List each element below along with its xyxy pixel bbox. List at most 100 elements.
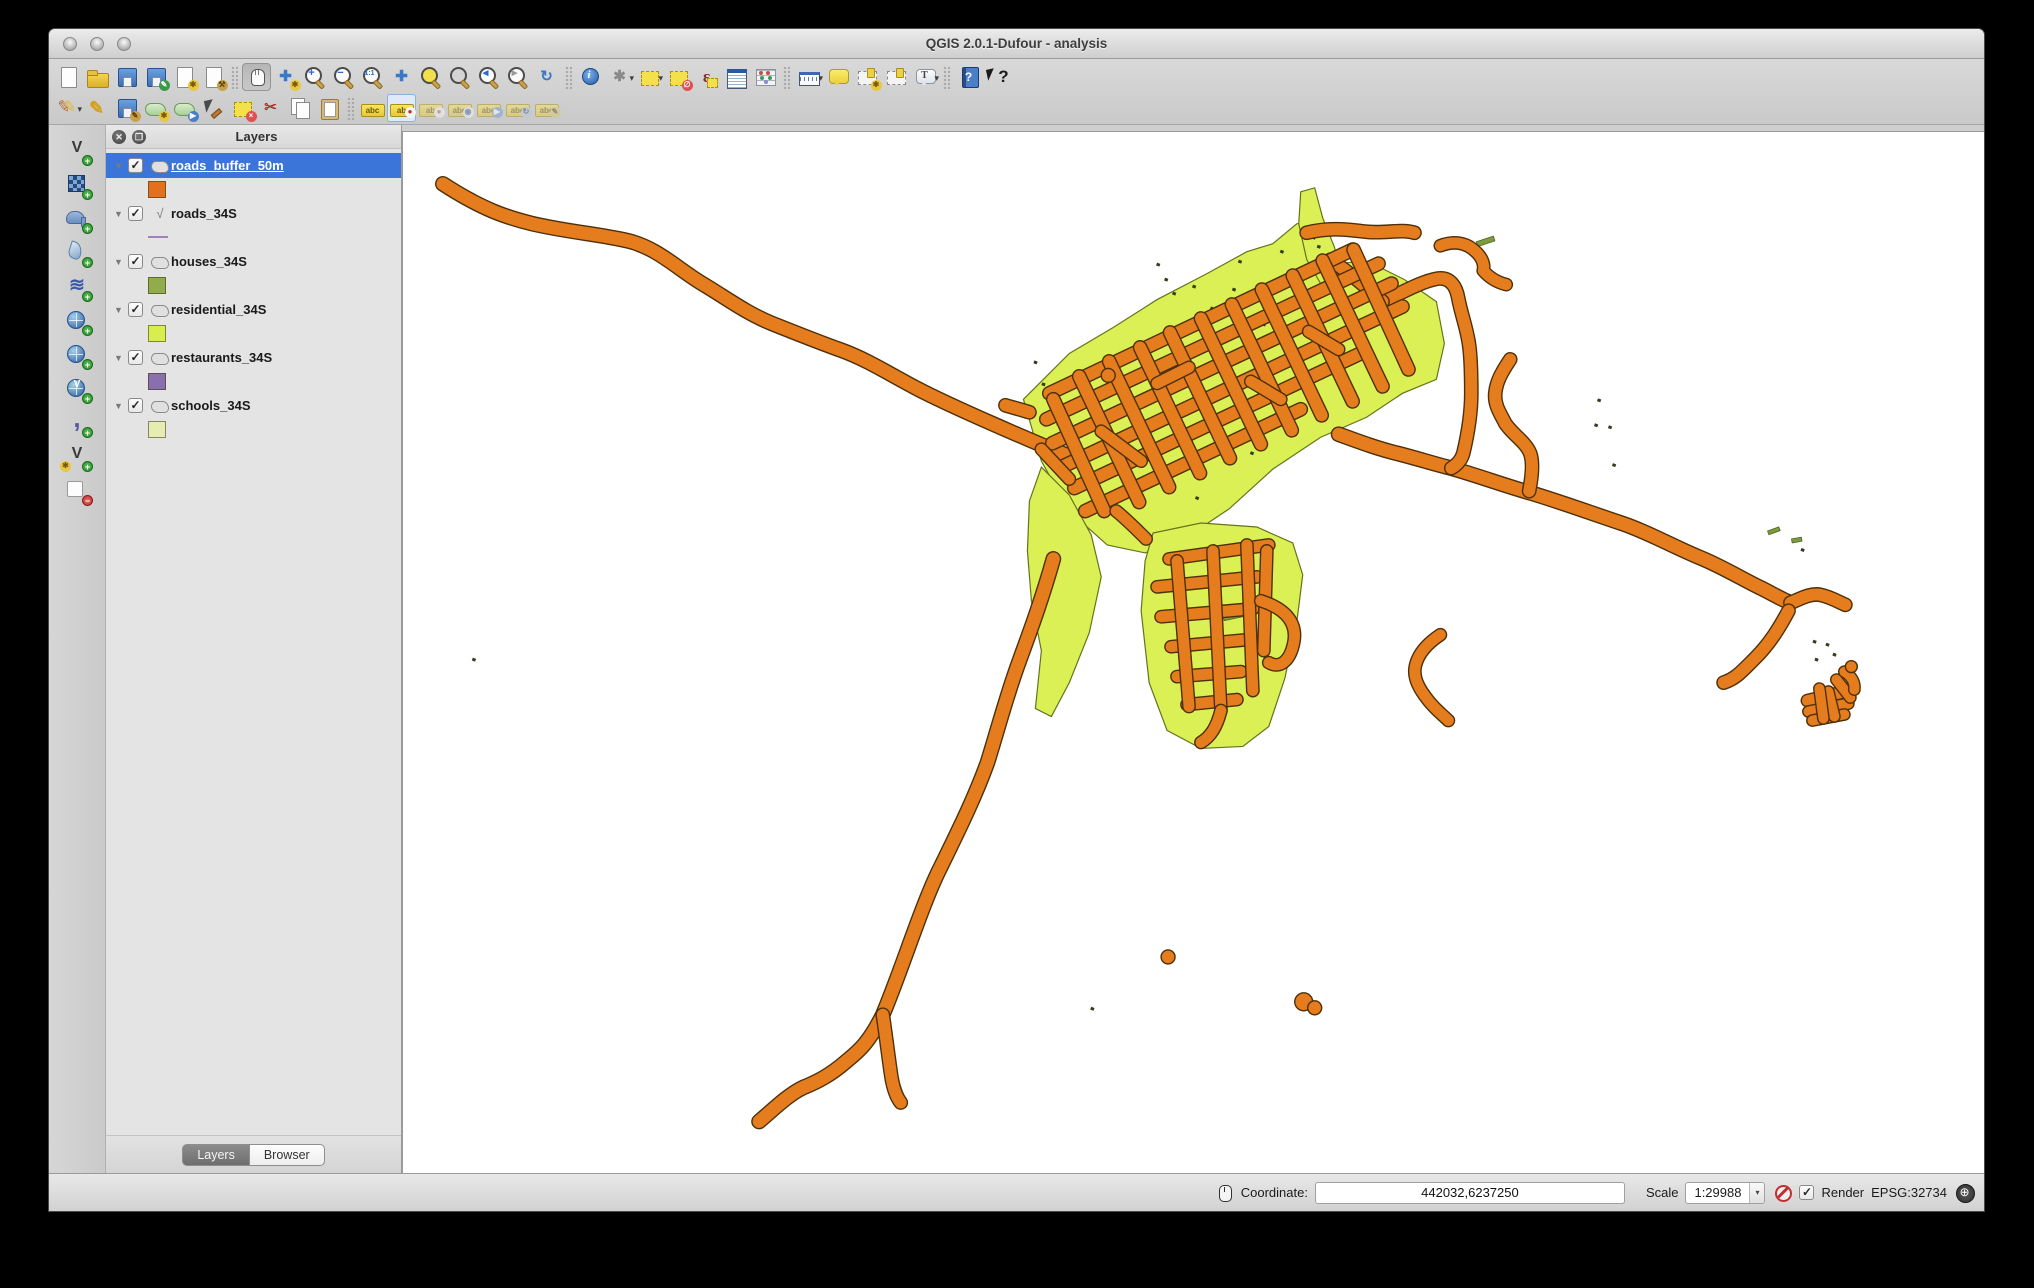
add-vector-layer-button[interactable]: V+ (63, 137, 91, 164)
add-raster-layer-button[interactable]: + (63, 171, 91, 198)
node-tool-button[interactable] (198, 94, 227, 122)
save-project-as-button[interactable]: ✎ (140, 63, 169, 91)
layer-color-swatch[interactable] (148, 181, 166, 198)
field-calculator-button[interactable] (750, 63, 779, 91)
expand-triangle-icon[interactable]: ▼ (114, 305, 126, 315)
render-checkbox[interactable]: ✓ (1799, 1185, 1814, 1200)
open-attribute-table-icon (724, 65, 748, 89)
add-wms-layer-button[interactable]: + (63, 307, 91, 334)
layer-visibility-checkbox[interactable]: ✓ (128, 158, 143, 173)
layer-color-swatch[interactable] (148, 421, 166, 438)
panel-tab-browser[interactable]: Browser (249, 1144, 325, 1166)
add-delimited-text-layer-button[interactable]: ,+ (63, 409, 91, 436)
layer-visibility-checkbox[interactable]: ✓ (128, 302, 143, 317)
delete-selected-button[interactable]: × (227, 94, 256, 122)
panel-tab-layers[interactable]: Layers (182, 1144, 249, 1166)
identify-features-button[interactable]: i (576, 63, 605, 91)
add-postgis-layer-button[interactable]: + (63, 205, 91, 232)
layer-item-restaurants_34S[interactable]: ▼✓restaurants_34S (106, 345, 401, 370)
scale-dropdown-icon[interactable]: ▾ (1749, 1183, 1764, 1203)
add-wfs-layer-button[interactable]: V+ (63, 375, 91, 402)
layer-color-swatch[interactable] (148, 236, 168, 238)
new-shapefile-layer-button[interactable]: V+✱ (63, 443, 91, 470)
zoom-next-button[interactable]: ▸ (503, 63, 532, 91)
highlight-pinned-labels-button[interactable]: ab● (416, 94, 445, 122)
pan-map-button[interactable] (242, 63, 271, 91)
new-bookmark-button[interactable]: ✱ (852, 63, 881, 91)
zoom-window-button[interactable] (117, 37, 131, 51)
show-bookmarks-button[interactable] (881, 63, 910, 91)
layer-item-roads_34S[interactable]: ▼✓√roads_34S (106, 201, 401, 226)
layer-visibility-checkbox[interactable]: ✓ (128, 206, 143, 221)
open-attribute-table-button[interactable] (721, 63, 750, 91)
close-window-button[interactable] (63, 37, 77, 51)
remove-layer-button[interactable]: − (63, 477, 91, 504)
current-edits-button[interactable] (53, 94, 82, 122)
show-hide-labels-button[interactable]: abc◉ (445, 94, 474, 122)
panel-detach-icon[interactable]: ❐ (132, 130, 146, 144)
add-mssql-layer-button[interactable]: ≋+ (63, 273, 91, 300)
layer-item-roads_buffer_50m[interactable]: ▼✓roads_buffer_50m (106, 153, 401, 178)
layer-visibility-checkbox[interactable]: ✓ (128, 398, 143, 413)
pan-to-selection-button[interactable]: ✚✱ (271, 63, 300, 91)
layer-visibility-checkbox[interactable]: ✓ (128, 254, 143, 269)
toggle-editing-button[interactable]: ✎ (82, 94, 111, 122)
run-feature-action-button[interactable]: ✱ (605, 63, 634, 91)
mouse-position-icon[interactable] (1214, 1183, 1234, 1203)
layer-color-swatch[interactable] (148, 277, 166, 294)
layer-item-residential_34S[interactable]: ▼✓residential_34S (106, 297, 401, 322)
layer-item-schools_34S[interactable]: ▼✓schools_34S (106, 393, 401, 418)
expand-triangle-icon[interactable]: ▼ (114, 161, 126, 171)
move-feature-button[interactable]: ▶ (169, 94, 198, 122)
change-label-button[interactable]: abc✎ (532, 94, 561, 122)
zoom-to-selection-button[interactable] (416, 63, 445, 91)
measure-button[interactable] (794, 63, 823, 91)
refresh-map-button[interactable]: ↻ (532, 63, 561, 91)
select-by-expression-button[interactable]: ε (692, 63, 721, 91)
zoom-full-extent-button[interactable]: ✚ (387, 63, 416, 91)
layer-visibility-checkbox[interactable]: ✓ (128, 350, 143, 365)
expand-triangle-icon[interactable]: ▼ (114, 401, 126, 411)
pin-labels-button[interactable]: ab● (387, 94, 416, 122)
layer-color-swatch[interactable] (148, 325, 166, 342)
crs-status-icon[interactable]: ⊕ (1954, 1183, 1974, 1203)
labeling-options-button[interactable]: abc (358, 94, 387, 122)
add-feature-button[interactable]: ✱ (140, 94, 169, 122)
expand-triangle-icon[interactable]: ▼ (114, 353, 126, 363)
minimize-window-button[interactable] (90, 37, 104, 51)
map-tips-button[interactable] (823, 63, 852, 91)
open-project-button[interactable] (82, 63, 111, 91)
rotate-label-button[interactable]: abc↻ (503, 94, 532, 122)
title-bar[interactable]: QGIS 2.0.1-Dufour - analysis (49, 29, 1984, 59)
copy-features-button[interactable] (285, 94, 314, 122)
expand-triangle-icon[interactable]: ▼ (114, 257, 126, 267)
zoom-native-button[interactable]: 1:1 (358, 63, 387, 91)
text-annotation-button[interactable]: T (910, 63, 939, 91)
scale-combo[interactable]: 1:29988 ▾ (1685, 1182, 1765, 1204)
add-spatialite-layer-button[interactable]: + (63, 239, 91, 266)
panel-close-icon[interactable]: ✕ (112, 130, 126, 144)
new-print-composer-button[interactable]: ✱ (169, 63, 198, 91)
new-project-button[interactable] (53, 63, 82, 91)
zoom-out-button[interactable]: − (329, 63, 358, 91)
help-contents-button[interactable]: ? (954, 63, 983, 91)
paste-features-button[interactable] (314, 94, 343, 122)
composer-manager-button[interactable]: ⚒ (198, 63, 227, 91)
zoom-in-button[interactable]: + (300, 63, 329, 91)
move-label-button[interactable]: abc▶ (474, 94, 503, 122)
stop-render-icon[interactable] (1772, 1183, 1792, 1203)
save-layer-edits-button[interactable]: ✎ (111, 94, 140, 122)
expand-triangle-icon[interactable]: ▼ (114, 209, 126, 219)
coordinate-input[interactable]: 442032,6237250 (1315, 1182, 1625, 1204)
add-wcs-layer-button[interactable]: + (63, 341, 91, 368)
layer-item-houses_34S[interactable]: ▼✓houses_34S (106, 249, 401, 274)
deselect-features-button[interactable]: ∅ (663, 63, 692, 91)
layer-color-swatch[interactable] (148, 373, 166, 390)
cut-features-button[interactable]: ✂ (256, 94, 285, 122)
map-canvas[interactable] (402, 131, 1984, 1173)
whats-this-button[interactable]: ? (983, 63, 1012, 91)
zoom-to-layer-button[interactable] (445, 63, 474, 91)
zoom-last-button[interactable]: ◂ (474, 63, 503, 91)
select-features-button[interactable] (634, 63, 663, 91)
save-project-button[interactable] (111, 63, 140, 91)
